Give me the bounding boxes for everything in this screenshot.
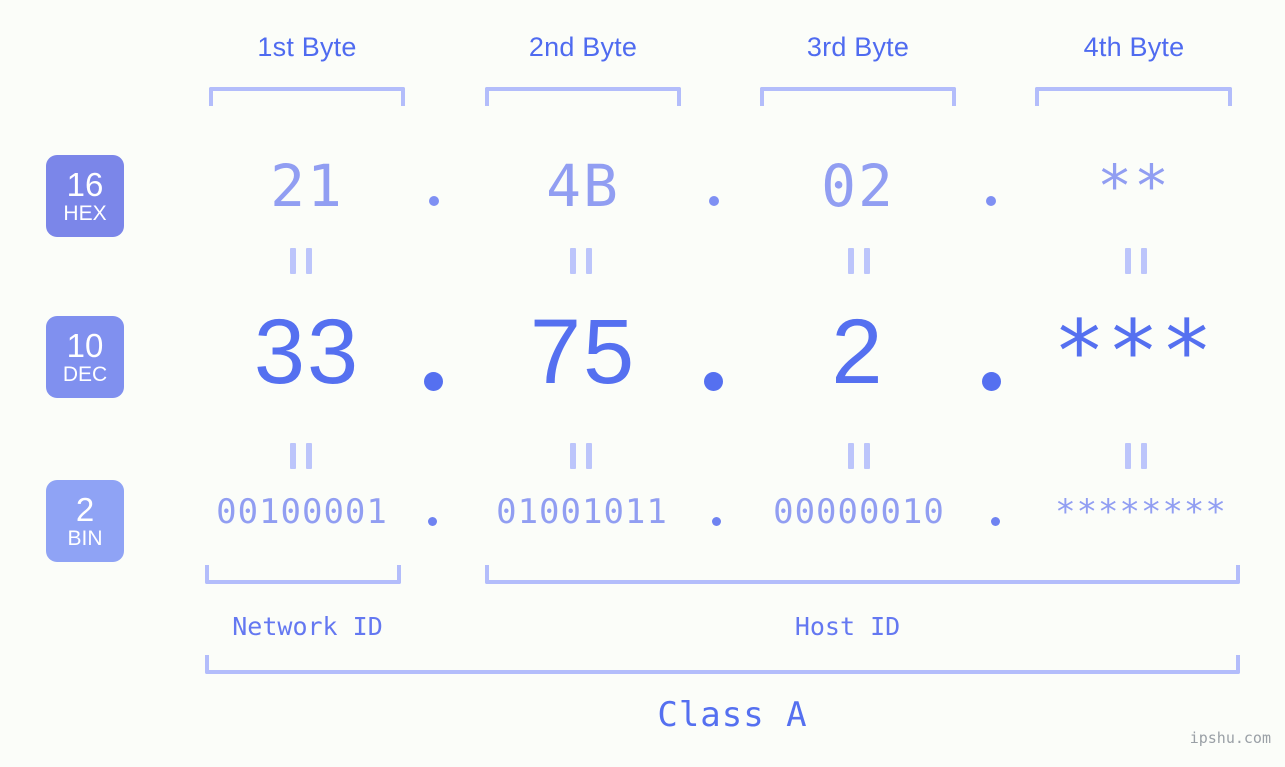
- byte-bracket-1: [209, 87, 405, 106]
- equals-sign-hex-dec-2: [570, 248, 592, 274]
- byte-bracket-3: [760, 87, 956, 106]
- class-bracket: [205, 655, 1240, 674]
- base-badge-dec: 10 DEC: [46, 316, 124, 398]
- dec-dot-separator-3: [982, 372, 1001, 391]
- byte-header-3: 3rd Byte: [806, 32, 910, 62]
- dec-value-byte-4: ***: [1053, 302, 1215, 402]
- host-id-bracket: [485, 565, 1240, 584]
- equals-sign-hex-dec-4: [1125, 248, 1147, 274]
- base-badge-hex: 16 HEX: [46, 155, 124, 237]
- equals-sign-hex-dec-3: [848, 248, 870, 274]
- bin-value-byte-4: ********: [1055, 492, 1227, 532]
- equals-sign-dec-bin-2: [570, 443, 592, 469]
- network-id-label: Network ID: [232, 612, 383, 641]
- dec-value-byte-3: 2: [831, 301, 885, 403]
- equals-sign-hex-dec-1: [290, 248, 312, 274]
- hex-value-byte-2: 4B: [546, 152, 620, 220]
- byte-bracket-2: [485, 87, 681, 106]
- hex-value-byte-3: 02: [821, 152, 895, 220]
- hex-dot-separator-1: [429, 196, 439, 206]
- base-badge-dec-name: DEC: [62, 363, 108, 386]
- host-id-label: Host ID: [794, 612, 901, 641]
- dec-dot-separator-2: [704, 372, 723, 391]
- hex-dot-separator-2: [709, 196, 719, 206]
- base-badge-hex-name: HEX: [63, 202, 107, 225]
- byte-header-2: 2nd Byte: [528, 32, 638, 62]
- bin-value-byte-3: 00000010: [773, 492, 945, 532]
- bin-value-byte-1: 00100001: [216, 492, 388, 532]
- equals-sign-dec-bin-1: [290, 443, 312, 469]
- base-badge-bin-number: 2: [75, 491, 95, 528]
- network-id-bracket: [205, 565, 401, 584]
- bin-value-byte-2: 01001011: [496, 492, 668, 532]
- watermark: ipshu.com: [1189, 729, 1271, 747]
- byte-bracket-4: [1035, 87, 1232, 106]
- class-label: Class A: [657, 695, 808, 735]
- byte-header-1: 1st Byte: [257, 32, 357, 62]
- dec-dot-separator-1: [424, 372, 443, 391]
- base-badge-hex-number: 16: [66, 166, 104, 203]
- base-badge-bin-name: BIN: [67, 527, 103, 550]
- ip-address-breakdown-diagram: 1st Byte 2nd Byte 3rd Byte 4th Byte 16 H…: [0, 0, 1285, 767]
- hex-value-byte-1: 21: [270, 152, 344, 220]
- dec-value-byte-1: 33: [253, 301, 361, 403]
- bin-dot-separator-2: [712, 517, 721, 526]
- bin-dot-separator-1: [428, 517, 437, 526]
- dec-value-byte-2: 75: [529, 301, 637, 403]
- base-badge-dec-number: 10: [66, 327, 104, 364]
- base-badge-bin: 2 BIN: [46, 480, 124, 562]
- hex-value-byte-4: **: [1097, 152, 1171, 220]
- equals-sign-dec-bin-3: [848, 443, 870, 469]
- hex-dot-separator-3: [986, 196, 996, 206]
- byte-header-4: 4th Byte: [1083, 32, 1185, 62]
- bin-dot-separator-3: [991, 517, 1000, 526]
- equals-sign-dec-bin-4: [1125, 443, 1147, 469]
